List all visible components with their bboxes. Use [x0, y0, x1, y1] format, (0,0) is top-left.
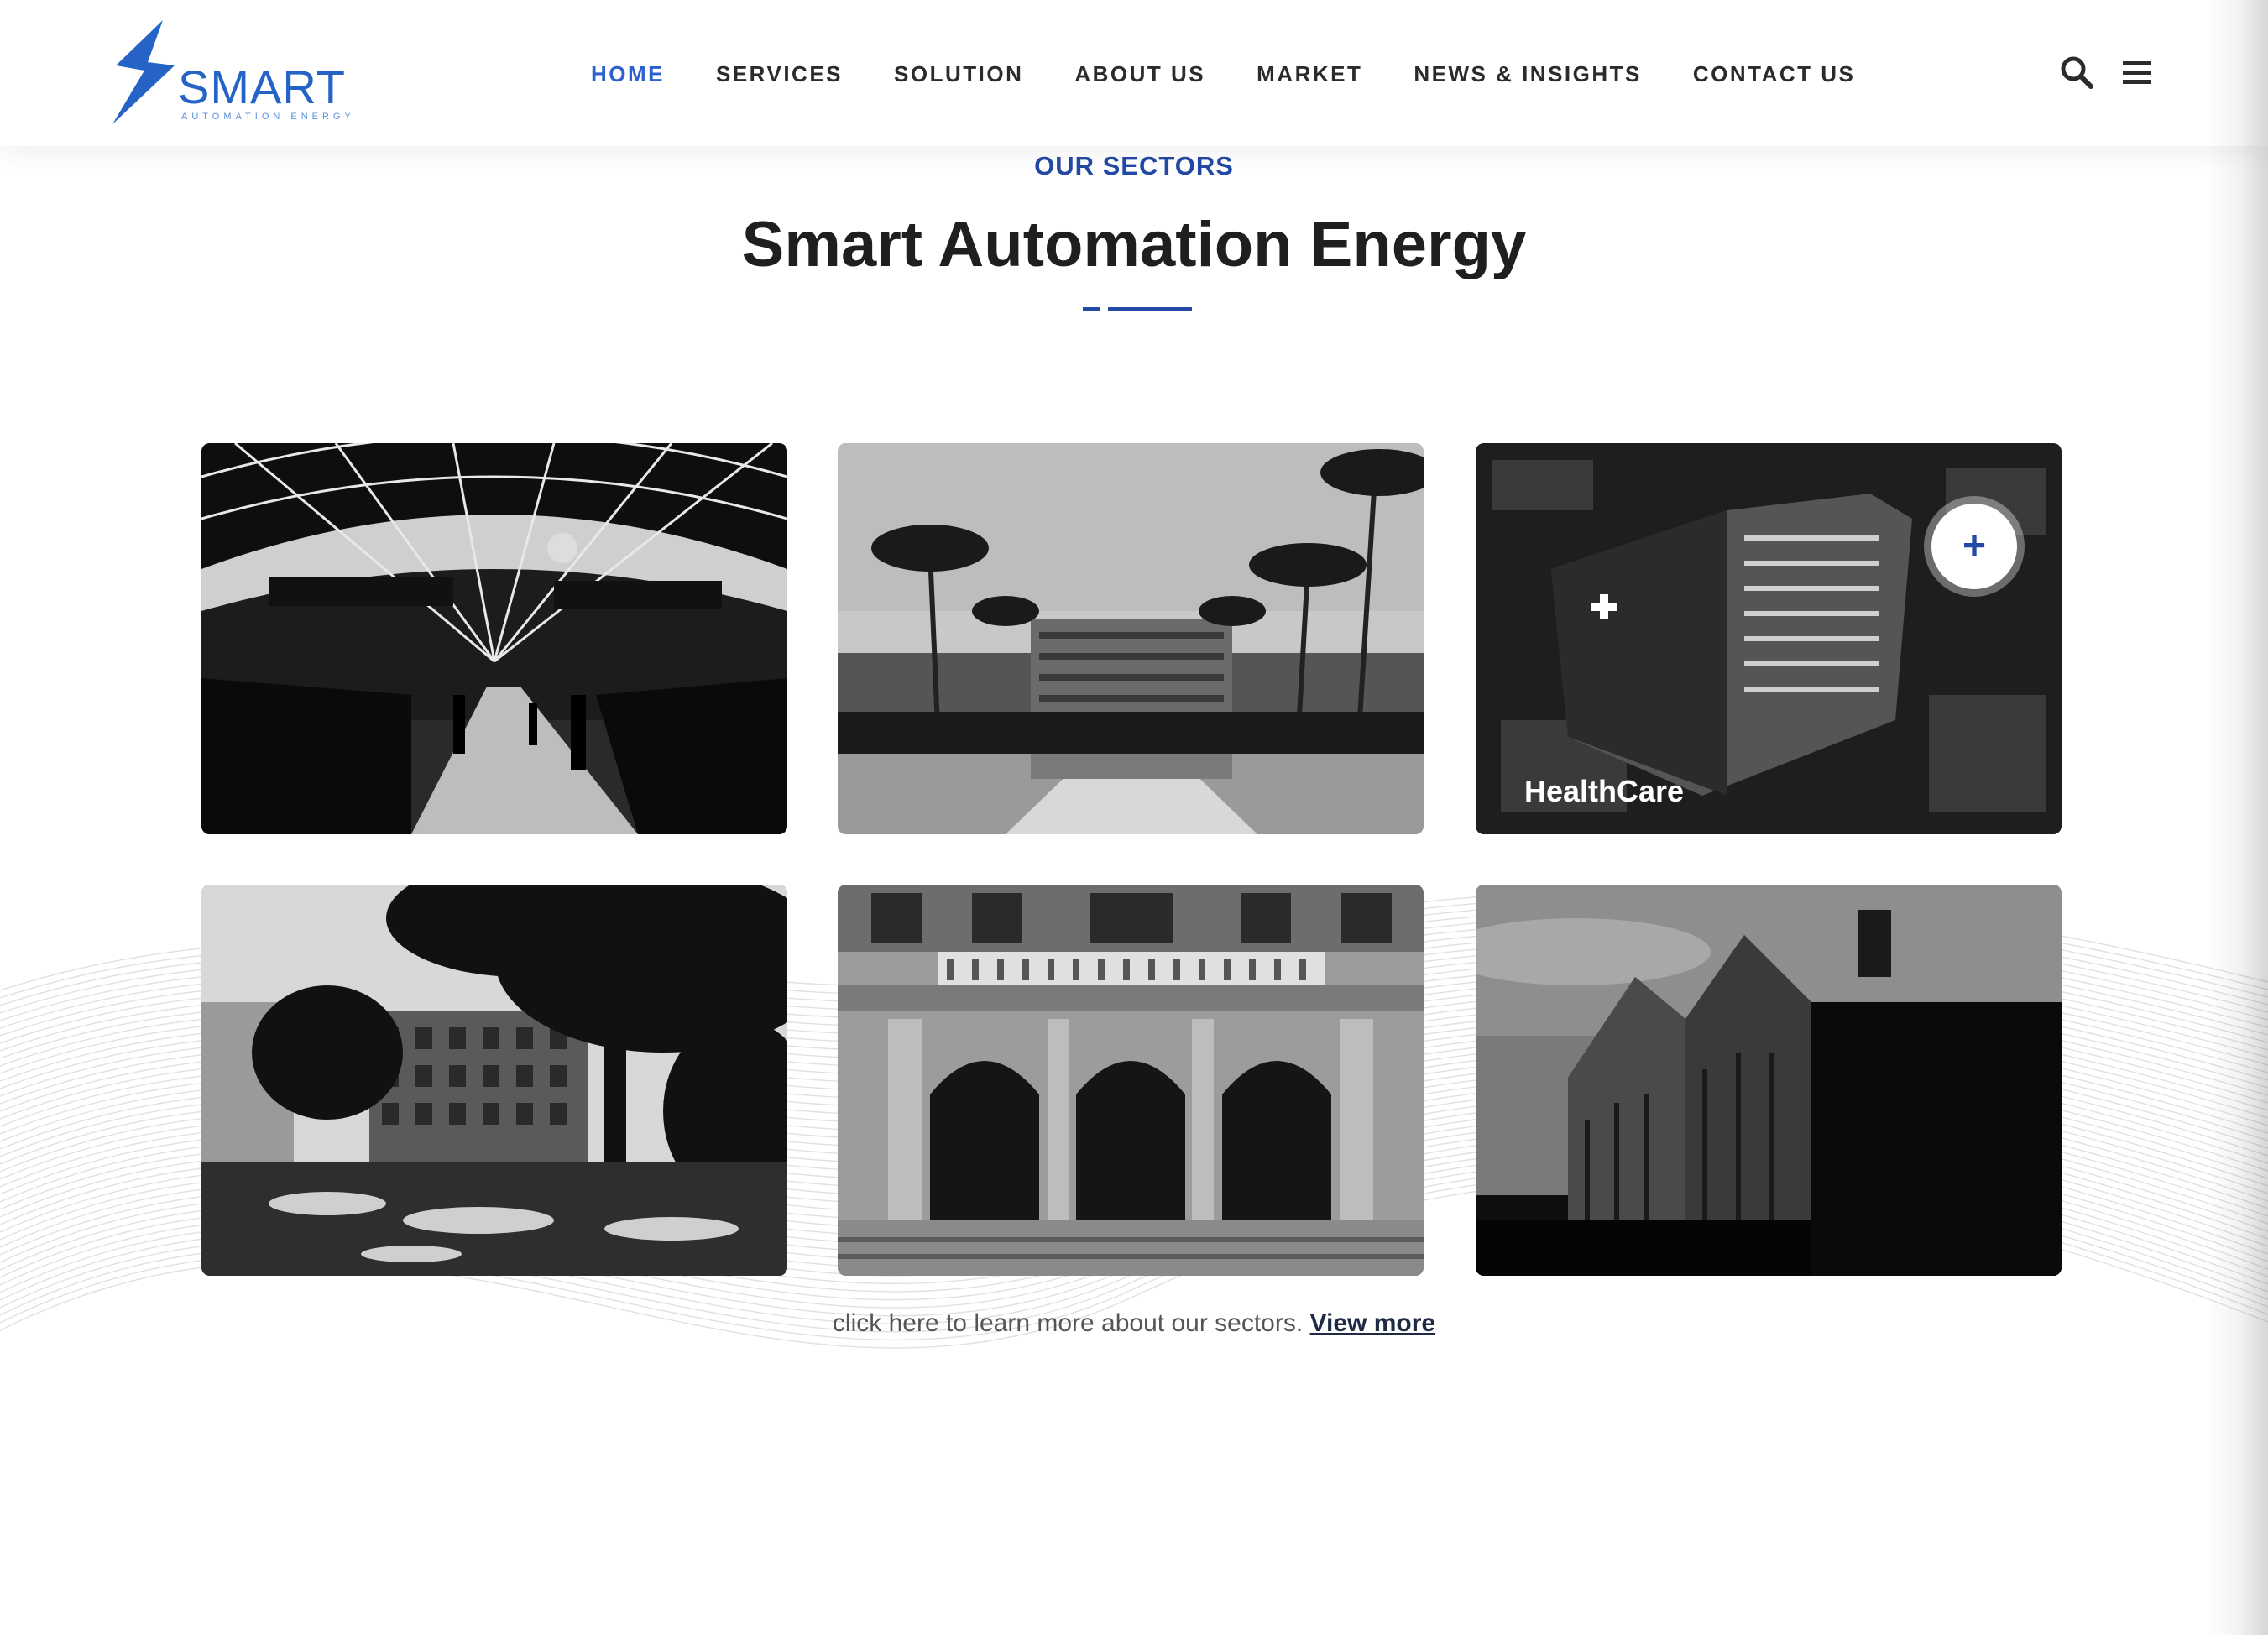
- campus-building-photo: [201, 885, 787, 1276]
- hamburger-menu-icon[interactable]: [2119, 54, 2156, 91]
- nav-solution[interactable]: SOLUTION: [894, 59, 1023, 89]
- sector-card-hospitality[interactable]: [838, 443, 1424, 834]
- title-divider: [1083, 307, 1192, 311]
- sector-card-education[interactable]: [201, 885, 787, 1276]
- site-header: SMART AUTOMATION ENERGY HOME SERVICES SO…: [0, 0, 2268, 146]
- expand-plus-button[interactable]: +: [1931, 504, 2017, 589]
- section-title: Smart Automation Energy: [741, 209, 1527, 280]
- warehouse-photo: [1476, 885, 2062, 1276]
- resort-palms-photo: [838, 443, 1424, 834]
- smart-logo[interactable]: SMART AUTOMATION ENERGY: [107, 20, 359, 129]
- plus-icon: +: [1962, 524, 1987, 568]
- view-more-link[interactable]: View more: [1310, 1309, 1436, 1337]
- sector-card-transport[interactable]: [201, 443, 787, 834]
- logo-wordmark: SMART: [178, 60, 346, 113]
- nav-news-insights[interactable]: NEWS & INSIGHTS: [1414, 59, 1642, 89]
- view-more-line: click here to learn more about our secto…: [0, 1309, 2268, 1338]
- lightning-bolt-icon: [112, 20, 175, 124]
- nav-home[interactable]: HOME: [591, 59, 665, 89]
- sector-card-government[interactable]: [838, 885, 1424, 1276]
- logo-tagline: AUTOMATION ENERGY: [181, 112, 355, 122]
- view-more-text: click here to learn more about our secto…: [832, 1309, 1304, 1337]
- nav-market[interactable]: MARKET: [1257, 59, 1362, 89]
- nav-contact-us[interactable]: CONTACT US: [1693, 59, 1856, 89]
- classical-facade-photo: [838, 885, 1424, 1276]
- section-eyebrow: OUR SECTORS: [1034, 151, 1234, 180]
- search-icon[interactable]: [2058, 54, 2095, 91]
- sector-label-healthcare: HealthCare: [1524, 774, 1685, 808]
- sector-card-healthcare[interactable]: + HealthCare: [1476, 443, 2062, 834]
- nav-about-us[interactable]: ABOUT US: [1074, 59, 1205, 89]
- sector-card-industrial[interactable]: [1476, 885, 2062, 1276]
- nav-services[interactable]: SERVICES: [716, 59, 843, 89]
- train-station-photo: [201, 443, 787, 834]
- main-nav: HOME SERVICES SOLUTION ABOUT US MARKET N…: [591, 59, 1906, 89]
